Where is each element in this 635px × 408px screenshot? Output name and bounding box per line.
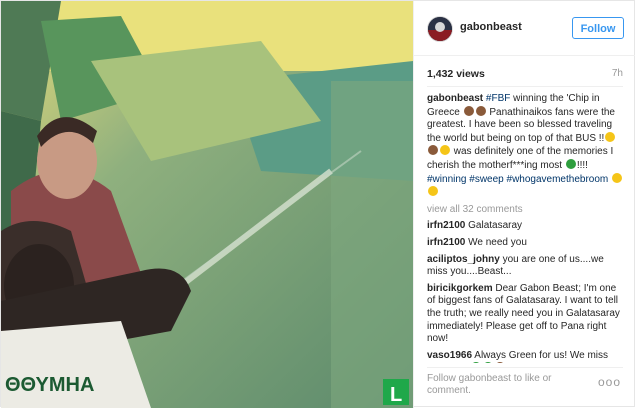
video-frame-image: ΘΘΥΜΗΑ L <box>1 1 413 408</box>
avatar[interactable] <box>427 16 453 42</box>
green-heart-emoji <box>483 362 494 363</box>
jersey-text: ΘΘΥΜΗΑ <box>5 374 94 396</box>
grin-emoji <box>605 131 616 142</box>
shamrock-emoji <box>565 158 576 169</box>
login-prompt[interactable]: Follow gabonbeast to like or comment. <box>427 373 587 397</box>
post-header: gabonbeast Follow <box>414 1 635 56</box>
comment-username[interactable]: aciliptos_johny <box>427 254 500 265</box>
author-username[interactable]: gabonbeast <box>460 21 522 33</box>
follow-button[interactable]: Follow <box>572 17 624 39</box>
caption: gabonbeast #FBF winning the 'Chip in Gre… <box>427 93 625 200</box>
hashtag-link[interactable]: #FBF <box>486 93 510 104</box>
avatar-image <box>428 17 452 41</box>
divider <box>427 86 623 87</box>
comment-username[interactable]: vaso1966 <box>427 350 472 361</box>
view-count: 1,432 views <box>427 68 485 80</box>
comment-list: gabonbeast #FBF winning the 'Chip in Gre… <box>427 93 625 363</box>
confused-emoji <box>612 172 623 183</box>
comment-username[interactable]: biricikgorkem <box>427 283 493 294</box>
hashtag-link[interactable]: #sweep <box>469 174 503 185</box>
comment: irfn2100 We need you <box>427 237 625 250</box>
raised-fist-emoji <box>428 145 438 156</box>
channel-watermark: L <box>390 384 402 406</box>
comment-username[interactable]: irfn2100 <box>427 237 465 248</box>
flexed-biceps-emoji <box>463 105 474 116</box>
comment: biricikgorkem Dear Gabon Beast; I'm one … <box>427 283 625 346</box>
comment: aciliptos_johny you are one of us....we … <box>427 254 625 279</box>
flexed-biceps-emoji <box>475 105 486 116</box>
post-frame: ΘΘΥΜΗΑ L gabonbeast Follow 1,432 views 7… <box>0 0 635 408</box>
comment-text: Galatasaray <box>468 220 523 232</box>
caption-username[interactable]: gabonbeast <box>427 93 483 104</box>
comment-username[interactable]: irfn2100 <box>427 220 465 231</box>
comment: irfn2100 Galatasaray <box>427 220 625 233</box>
shamrock-emoji <box>471 362 482 363</box>
post-age[interactable]: 7h <box>612 68 623 79</box>
caption-text: !!!! <box>576 159 588 171</box>
flexed-biceps-emoji <box>495 362 506 363</box>
sunglasses-emoji <box>440 145 450 156</box>
hashtag-link[interactable]: #whogavemethebroom <box>507 174 609 185</box>
comment: vaso1966 Always Green for us! We miss yo… <box>427 350 625 363</box>
view-all-comments-link[interactable]: view all 32 comments <box>427 204 625 217</box>
post-sidebar: gabonbeast Follow 1,432 views 7h gabonbe… <box>413 1 635 408</box>
tongue-emoji <box>428 186 438 197</box>
hashtag-link[interactable]: #winning <box>427 174 466 185</box>
post-video[interactable]: ΘΘΥΜΗΑ L <box>1 1 413 408</box>
comment-text: We need you <box>468 236 527 248</box>
divider <box>427 367 623 368</box>
more-options-icon[interactable]: ooo <box>598 375 621 389</box>
